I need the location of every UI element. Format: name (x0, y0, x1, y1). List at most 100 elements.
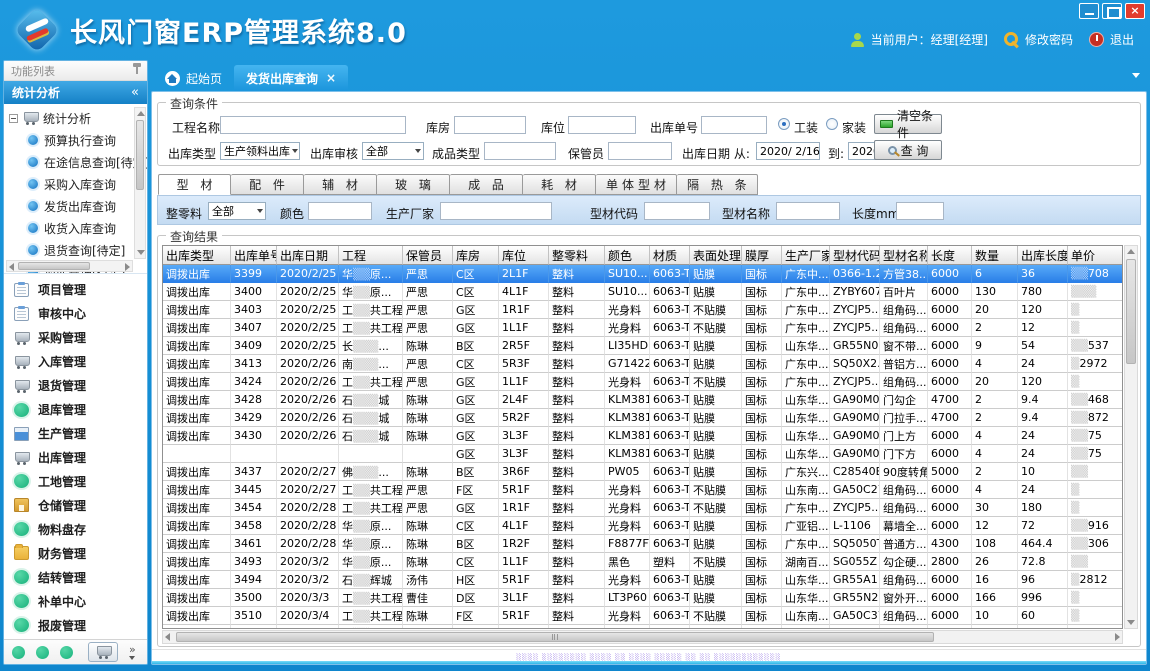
location-input[interactable] (568, 116, 636, 134)
column-header[interactable]: 保管员 (403, 246, 453, 265)
scroll-down-arrow-icon[interactable] (137, 250, 145, 255)
profile-code-input[interactable] (644, 202, 710, 220)
column-header[interactable]: 颜色 (605, 246, 650, 265)
column-header[interactable]: 整零料 (549, 246, 605, 265)
sidebar-item[interactable]: 项目管理 (14, 278, 147, 302)
gongzhuang-radio[interactable] (778, 118, 790, 130)
table-row[interactable]: 调拨出库34002020/2/25华▒▒原...严思C区4L1F整料SU10..… (163, 283, 1123, 301)
logout-link[interactable]: 退出 (1110, 31, 1134, 48)
scroll-up-arrow-icon[interactable] (1127, 249, 1135, 254)
tree-item[interactable]: 预算执行查询 (4, 129, 147, 151)
column-header[interactable]: 库位 (499, 246, 549, 265)
material-tab[interactable]: 型 材 (158, 174, 231, 195)
material-tab[interactable]: 单体型材 (596, 174, 677, 195)
table-row[interactable]: 调拨出库34302020/2/26石▒▒▒城陈琳G区3L3F整料KLM38176… (163, 427, 1123, 445)
material-tab[interactable]: 配 件 (231, 174, 304, 195)
sidebar-item[interactable]: 出库管理 (14, 446, 147, 470)
table-row[interactable]: 调拨出库35102020/3/4工▒▒共工程陈琳F区5R1F整料光身料6063-… (163, 607, 1123, 625)
sidebar-item[interactable]: 生产管理 (14, 422, 147, 446)
sidebar-item[interactable]: 报废管理 (14, 613, 147, 637)
warehouse-input[interactable] (454, 116, 526, 134)
table-row[interactable]: 调拨出库34942020/3/2石▒▒辉城汤伟H区5R1F整料光身料6063-T… (163, 571, 1123, 589)
scrollbar-thumb[interactable] (176, 632, 934, 642)
sidebar-item[interactable]: 财务管理 (14, 541, 147, 565)
material-tab[interactable]: 成 品 (450, 174, 523, 195)
audit-select[interactable]: 全部 (362, 142, 424, 160)
sidebar-item[interactable]: 审核中心 (14, 302, 147, 326)
factory-input[interactable] (440, 202, 552, 220)
tree-item[interactable]: 采购入库查询 (4, 173, 147, 195)
keeper-input[interactable] (608, 142, 672, 160)
table-row[interactable]: 调拨出库34932020/3/2华▒▒原...陈琳C区1L1F整料黑色塑料不贴膜… (163, 553, 1123, 571)
close-button[interactable]: × (1125, 3, 1145, 19)
scrollbar-thumb[interactable] (1126, 259, 1136, 364)
table-row[interactable]: 调拨出库35002020/3/3工▒▒共工程曹佳D区3L1F整料LT3P6060… (163, 589, 1123, 607)
table-row[interactable]: G区3L3F整料KLM38176063-T5贴膜国标山东华...GA90M09.… (163, 445, 1123, 463)
column-header[interactable]: 膜厚 (742, 246, 782, 265)
length-input[interactable] (896, 202, 944, 220)
scroll-right-arrow-icon[interactable] (1115, 633, 1120, 641)
column-header[interactable]: 出库日期 (277, 246, 339, 265)
column-header[interactable]: 库房 (453, 246, 499, 265)
table-row[interactable]: 调拨出库34452020/2/27工▒▒共工程严思F区5R1F整料光身料6063… (163, 481, 1123, 499)
material-tab[interactable]: 隔 热 条 (677, 174, 758, 195)
tab-close-icon[interactable]: × (326, 71, 336, 85)
whole-part-select[interactable]: 全部 (208, 202, 266, 220)
sidebar-item[interactable]: 退货管理 (14, 374, 147, 398)
color-input[interactable] (308, 202, 372, 220)
column-header[interactable]: 单价 (1068, 246, 1123, 265)
column-header[interactable]: 出库单号 (231, 246, 277, 265)
table-row[interactable]: 调拨出库34242020/2/26工▒▒共工程严思G区1L1F整料光身料6063… (163, 373, 1123, 391)
column-header[interactable]: 生产厂家 (782, 246, 830, 265)
sidebar-item[interactable]: 入库管理 (14, 350, 147, 374)
tree-vertical-scrollbar[interactable] (134, 107, 146, 259)
green-circle-icon[interactable] (60, 646, 73, 659)
tree-item[interactable]: 在途信息查询[待定] (4, 151, 147, 173)
column-header[interactable]: 出库长度 (1018, 246, 1068, 265)
column-header[interactable]: 数量 (972, 246, 1018, 265)
table-row[interactable]: 调拨出库34032020/2/25工▒▒共工程严思G区1R1F整料光身料6063… (163, 301, 1123, 319)
product-type-input[interactable] (484, 142, 556, 160)
maximize-button[interactable] (1102, 3, 1122, 19)
table-row[interactable]: 调拨出库34072020/2/25工▒▒共工程严思G区1L1F整料光身料6063… (163, 319, 1123, 337)
table-row[interactable]: 调拨出库34292020/2/26石▒▒▒城陈琳G区5R2F整料KLM38176… (163, 409, 1123, 427)
collapse-icon[interactable]: « (131, 85, 139, 100)
order-no-input[interactable] (701, 116, 767, 134)
date-from-select[interactable]: 2020/ 2/16 (756, 142, 820, 160)
table-row[interactable]: 调拨出库34372020/2/27佛▒▒▒...陈琳B区3R6F整料PW0560… (163, 463, 1123, 481)
green-circle-icon[interactable] (12, 646, 25, 659)
vertical-scrollbar[interactable] (1124, 245, 1138, 629)
tab-overflow-caret-icon[interactable] (1132, 73, 1140, 78)
scroll-left-arrow-icon[interactable] (165, 633, 170, 641)
tree-item[interactable]: 发货出库查询 (4, 195, 147, 217)
tab-active[interactable]: 发货出库查询 × (234, 65, 348, 91)
cart-button[interactable] (88, 642, 118, 662)
sidebar-item[interactable]: 补单中心 (14, 589, 147, 613)
table-row[interactable]: 调拨出库34582020/2/28华▒▒原...陈琳C区4L1F整料光身料606… (163, 517, 1123, 535)
material-tab[interactable]: 玻 璃 (377, 174, 450, 195)
column-header[interactable]: 长度 (928, 246, 972, 265)
column-header[interactable]: 型材名称 (880, 246, 928, 265)
expand-chevron[interactable]: » (129, 645, 136, 660)
section-header[interactable]: 统计分析 « (4, 81, 147, 104)
minimize-button[interactable] (1079, 3, 1099, 19)
table-row[interactable]: 调拨出库34612020/2/28华▒▒原...陈琳B区1R2F整料F8877F… (163, 535, 1123, 553)
clear-conditions-button[interactable]: 清空条件 (874, 114, 942, 134)
column-header[interactable]: 表面处理 (690, 246, 742, 265)
tree-item[interactable]: 收货入库查询 (4, 217, 147, 239)
project-name-input[interactable] (220, 116, 406, 134)
sidebar-item[interactable]: 工地管理 (14, 470, 147, 494)
material-tab[interactable]: 辅 材 (304, 174, 377, 195)
scrollbar-thumb[interactable] (136, 120, 144, 190)
sidebar-item[interactable]: 结转管理 (14, 565, 147, 589)
sidebar-item[interactable]: 仓储管理 (14, 493, 147, 517)
profile-name-input[interactable] (776, 202, 840, 220)
tree-item[interactable]: 退货查询[待定] (4, 239, 147, 261)
table-row[interactable]: 调拨出库33992020/2/25华▒▒原...严思C区2L1F整料SU10..… (163, 265, 1123, 283)
table-row[interactable]: 调拨出库34542020/2/28工▒▒共工程严思G区1R1F整料光身料6063… (163, 499, 1123, 517)
column-header[interactable]: 材质 (650, 246, 690, 265)
column-header[interactable]: 工程 (339, 246, 403, 265)
jiazhuang-radio[interactable] (826, 118, 838, 130)
column-header[interactable]: 型材代码 (830, 246, 880, 265)
tab-home[interactable]: 起始页 (153, 65, 234, 91)
